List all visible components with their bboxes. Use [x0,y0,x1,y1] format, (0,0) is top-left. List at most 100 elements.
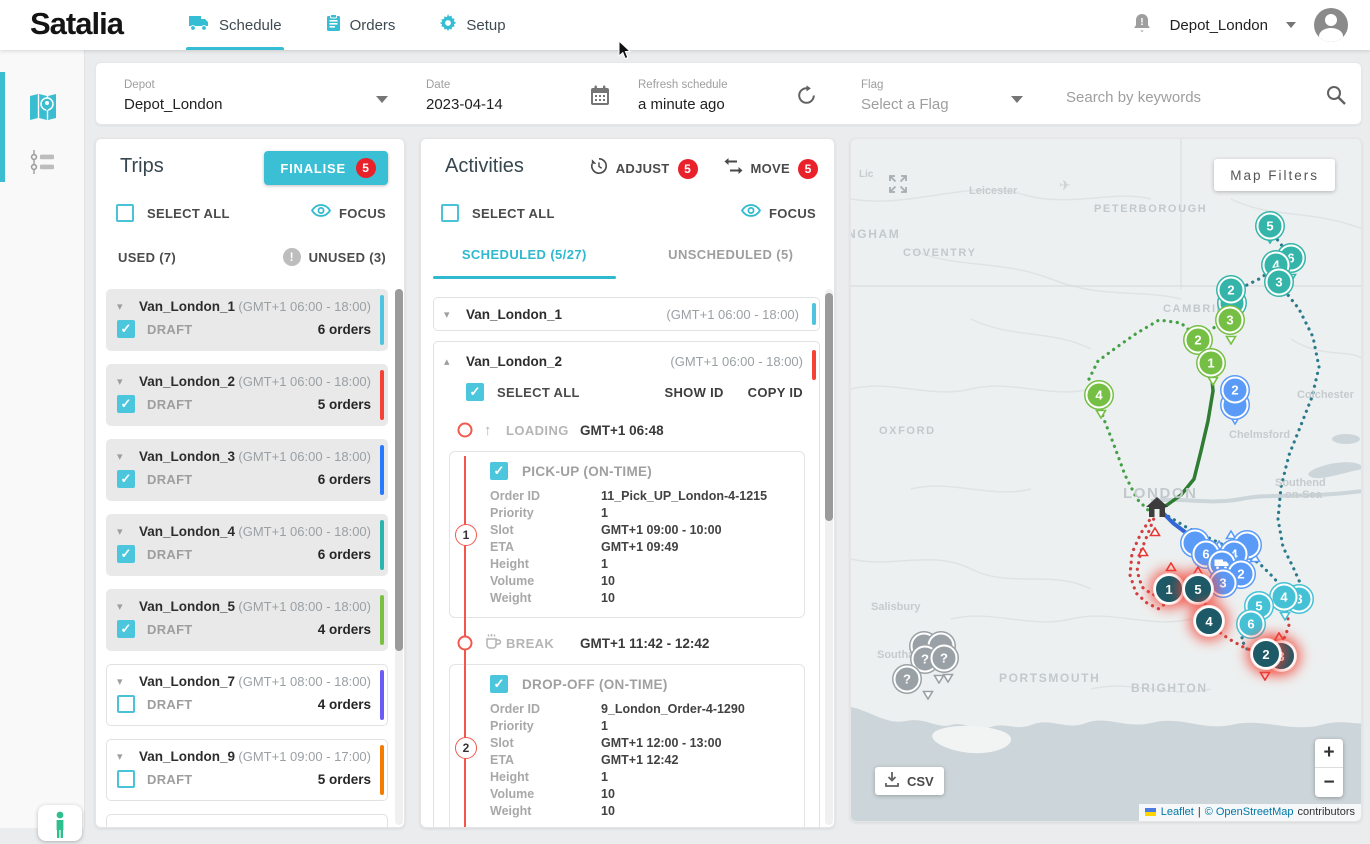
direction-triangle-icon [1279,608,1291,626]
activities-focus-button[interactable]: FOCUS [741,204,816,222]
vehicle-shift: (GMT+1 06:00 - 18:00) [666,307,799,322]
unscheduled-marker[interactable]: ? [894,666,921,693]
stop-time: GMT+1 06:48 [580,423,664,438]
copy-id-button[interactable]: COPY ID [748,385,803,400]
depot-selector[interactable]: Depot_London [1170,17,1268,34]
expand-caret-icon[interactable]: ▾ [117,450,139,463]
trip-checkbox[interactable]: ✓ [117,395,135,413]
trip-card[interactable]: ▾Van_London_2(GMT+1 06:00 - 18:00)✓DRAFT… [106,364,388,426]
field-value: GMT+1 09:00 - 10:00 [601,522,722,539]
depot-caret-icon[interactable] [376,96,388,103]
show-id-button[interactable]: SHOW ID [665,385,724,400]
trip-card[interactable]: ▾Van_London_3(GMT+1 06:00 - 18:00)✓DRAFT… [106,439,388,501]
notifications-bell-icon[interactable] [1132,12,1152,39]
collapse-caret-icon[interactable]: ▴ [444,355,466,368]
stop-marker[interactable]: 3 [1210,570,1237,597]
osm-link[interactable]: © OpenStreetMap [1205,806,1294,818]
adjust-button[interactable]: ADJUST 5 [590,157,698,180]
vehicle-row-expanded[interactable]: ▴ Van_London_2 (GMT+1 06:00 - 18:00) [434,342,819,373]
stop-marker[interactable]: 4 [1271,584,1298,611]
trip-checkbox[interactable]: ✓ [117,470,135,488]
trips-focus-button[interactable]: FOCUS [311,204,386,222]
map[interactable]: LicLeicesterPETERBOROUGHNGHAMCOVENTRYCAM… [850,138,1362,822]
zoom-out-button[interactable]: − [1315,768,1343,797]
search-icon[interactable] [1326,85,1346,110]
expand-caret-icon[interactable]: ▾ [117,375,139,388]
trips-used-label[interactable]: USED (7) [118,250,176,265]
stop-marker[interactable]: 5 [1183,574,1213,604]
trips-unused-toggle[interactable]: ! UNUSED (3) [283,248,386,266]
stop-marker[interactable]: 3 [1217,307,1244,334]
activity-checkbox[interactable]: ✓ [490,462,508,480]
expand-caret-icon[interactable]: ▾ [117,300,139,313]
trip-checkbox[interactable]: ✓ [117,545,135,563]
activities-select-all-checkbox[interactable] [441,204,459,222]
move-button[interactable]: MOVE 5 [724,158,818,179]
stop-marker[interactable]: 5 [1257,213,1284,240]
stop-marker[interactable]: 2 [1251,639,1281,669]
stop-marker[interactable]: 1 [1154,574,1184,604]
map-filters-button[interactable]: Map Filters [1214,159,1335,191]
avatar[interactable] [1314,8,1348,42]
vehicle-row-collapsed[interactable]: ▾ Van_London_1 (GMT+1 06:00 - 18:00) [433,297,820,331]
trips-select-all-checkbox[interactable] [116,204,134,222]
unscheduled-marker[interactable]: ? [931,645,958,672]
finalise-button[interactable]: FINALISE 5 [264,151,388,185]
leaflet-link[interactable]: Leaflet [1161,806,1194,818]
trip-checkbox[interactable] [117,770,135,788]
tab-setup[interactable]: Setup [437,0,507,50]
date-field[interactable]: 2023-04-14 [426,96,503,113]
stop-marker[interactable]: 2 [1218,277,1245,304]
tab-unscheduled[interactable]: UNSCHEDULED (5) [628,235,835,279]
trip-card[interactable]: ▾Van_London_5(GMT+1 08:00 - 18:00)✓DRAFT… [106,589,388,651]
sidebar-item-timeline-view[interactable] [30,150,56,179]
trip-checkbox[interactable] [117,695,135,713]
trips-scrollbar[interactable] [395,289,403,825]
stop-marker[interactable]: 3 [1266,269,1293,296]
flag-select[interactable]: Select a Flag [861,96,949,113]
stop-marker[interactable]: 4 [1194,606,1224,636]
field-value: 10 [601,573,615,590]
flag-caret-icon[interactable] [1011,96,1023,103]
fullscreen-icon[interactable] [887,173,909,200]
vehicle-name: Van_London_2 [466,354,562,369]
trip-checkbox[interactable]: ✓ [117,320,135,338]
sidebar-item-map-view[interactable] [29,94,57,125]
stop-marker[interactable]: 6 [1238,611,1265,638]
vehicle-select-all-checkbox[interactable]: ✓ [466,383,484,401]
calendar-icon[interactable] [590,85,610,111]
tab-scheduled[interactable]: SCHEDULED (5/27) [421,235,628,279]
activity-card[interactable]: 1✓PICK-UP (ON-TIME)Order ID11_Pick_UP_Lo… [449,451,805,618]
trip-card[interactable]: ▾Van_London_7(GMT+1 08:00 - 18:00)DRAFT4… [106,664,388,726]
stop-marker[interactable]: 4 [1086,382,1113,409]
activity-card[interactable]: 2✓DROP-OFF (ON-TIME)Order ID9_London_Ord… [449,664,805,827]
expand-caret-icon[interactable]: ▾ [117,750,139,763]
tab-orders[interactable]: Orders [324,0,398,50]
search-input[interactable]: Search by keywords [1066,89,1201,106]
expand-caret-icon[interactable]: ▾ [117,525,139,538]
depot-field[interactable]: Depot_London [124,96,222,113]
zoom-in-button[interactable]: + [1315,739,1343,768]
refresh-icon[interactable] [796,85,817,111]
activity-checkbox[interactable]: ✓ [490,675,508,693]
pegman-button[interactable] [38,805,82,841]
trip-card[interactable]: ▾Van_London_9(GMT+1 09:00 - 17:00)DRAFT5… [106,739,388,801]
field-label: Slot [490,522,601,539]
chevron-down-icon[interactable] [1286,22,1296,28]
trip-card[interactable] [106,814,388,827]
field-value: 10 [601,590,615,607]
ukraine-flag-icon [1145,808,1156,816]
depot-icon[interactable] [1145,495,1169,524]
tab-schedule[interactable]: Schedule [186,0,284,50]
expand-caret-icon[interactable]: ▾ [117,675,139,688]
csv-export-button[interactable]: CSV [875,767,944,795]
activities-scrollbar[interactable] [825,289,833,825]
csv-label: CSV [907,774,934,789]
trip-checkbox[interactable]: ✓ [117,620,135,638]
expand-caret-icon[interactable]: ▾ [117,600,139,613]
expand-caret-icon[interactable]: ▾ [444,308,466,321]
trip-card[interactable]: ▾Van_London_4(GMT+1 06:00 - 18:00)✓DRAFT… [106,514,388,576]
trip-card[interactable]: ▾Van_London_1(GMT+1 06:00 - 18:00)✓DRAFT… [106,289,388,351]
stop-marker[interactable]: 2 [1222,377,1249,404]
stop-marker[interactable]: 1 [1198,350,1225,377]
